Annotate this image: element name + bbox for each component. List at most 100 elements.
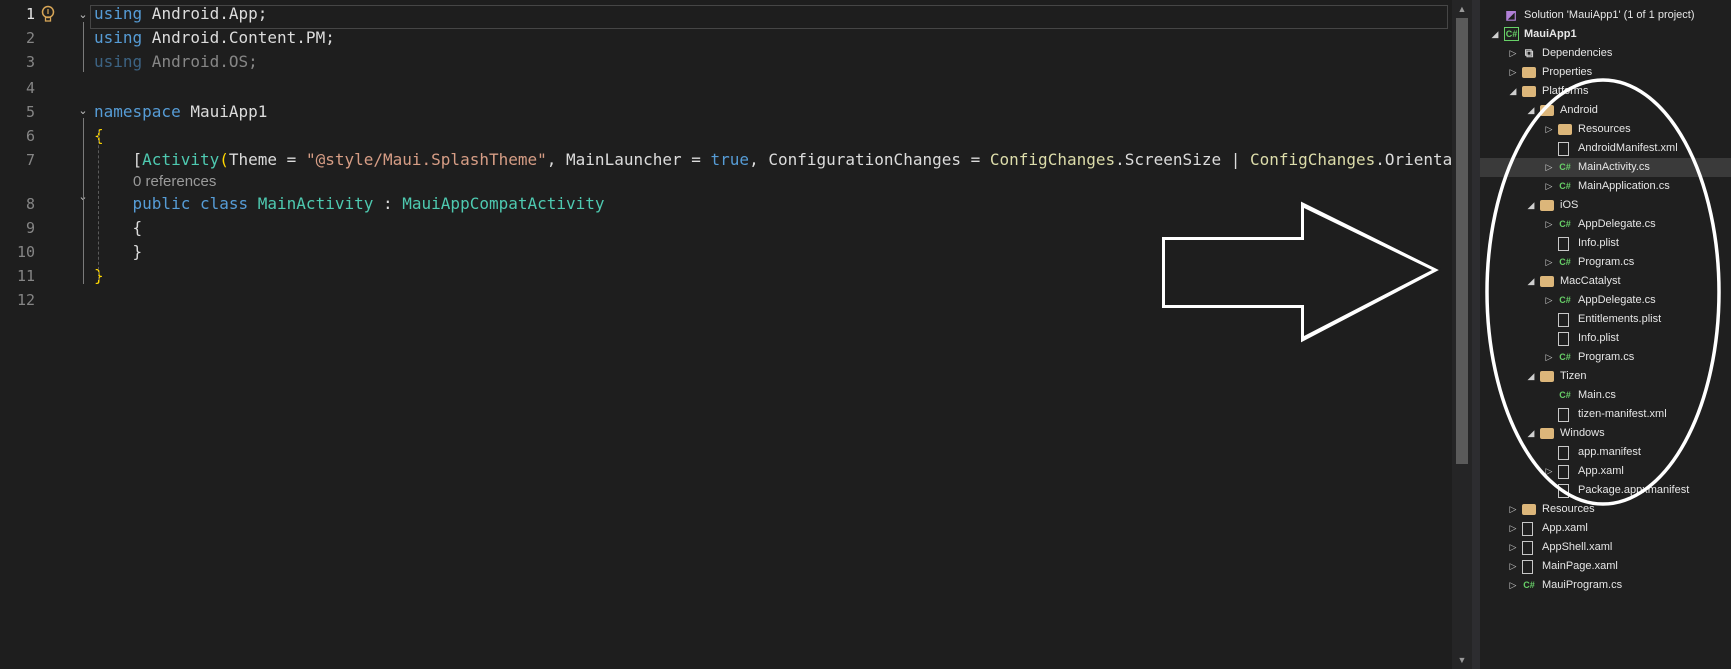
code-line[interactable]: 8 public class MainActivity : MauiAppCom… bbox=[0, 192, 1452, 216]
code-token: ConfigChanges bbox=[1249, 150, 1376, 169]
folder-icon bbox=[1558, 124, 1572, 135]
tree-item-label: App.xaml bbox=[1542, 522, 1588, 534]
panel-splitter[interactable] bbox=[1472, 0, 1480, 669]
expand-arrow-icon[interactable]: ▷ bbox=[1508, 557, 1518, 576]
tree-item[interactable]: ◢ Tizen bbox=[1480, 367, 1731, 386]
expand-arrow-icon[interactable]: ▷ bbox=[1544, 215, 1554, 234]
expand-arrow-icon[interactable]: ▷ bbox=[1508, 44, 1518, 63]
collapse-arrow-icon[interactable]: ◢ bbox=[1526, 424, 1536, 443]
lightbulb-icon[interactable] bbox=[40, 5, 56, 25]
scrollbar-thumb[interactable] bbox=[1456, 18, 1468, 464]
expand-arrow-icon[interactable]: ▷ bbox=[1508, 519, 1518, 538]
xaml-file-icon bbox=[1522, 560, 1533, 574]
tree-item-label: Tizen bbox=[1560, 370, 1587, 382]
code-text: namespace MauiApp1 bbox=[94, 100, 267, 124]
tree-item[interactable]: Info.plist bbox=[1480, 329, 1731, 348]
code-line[interactable]: 3 using Android.OS; bbox=[0, 50, 1452, 74]
folder-icon bbox=[1540, 276, 1554, 287]
code-line[interactable]: 5 namespace MauiApp1 bbox=[0, 100, 1452, 124]
expand-arrow-icon[interactable]: ▷ bbox=[1508, 500, 1518, 519]
tree-item[interactable]: ▷ C# Program.cs bbox=[1480, 348, 1731, 367]
code-line[interactable]: 9 { bbox=[0, 216, 1452, 240]
expand-arrow-icon[interactable]: ▷ bbox=[1544, 253, 1554, 272]
collapse-arrow-icon[interactable]: ◢ bbox=[1526, 101, 1536, 120]
code-editor[interactable]: 1 using Android.App; 2 using Android.Conten… bbox=[0, 0, 1452, 669]
expand-arrow-icon[interactable]: ▷ bbox=[1544, 177, 1554, 196]
tree-item[interactable]: ◢ Platforms bbox=[1480, 82, 1731, 101]
tree-item[interactable]: ▷ App.xaml bbox=[1480, 519, 1731, 538]
tree-item[interactable]: C# Main.cs bbox=[1480, 386, 1731, 405]
collapse-arrow-icon[interactable]: ◢ bbox=[1508, 82, 1518, 101]
tree-item[interactable]: ▷ C# MainActivity.cs bbox=[1480, 158, 1731, 177]
tree-item[interactable]: ▷ C# MauiProgram.cs bbox=[1480, 576, 1731, 595]
tree-item[interactable]: ▷ C# Program.cs bbox=[1480, 253, 1731, 272]
tree-item[interactable]: ▷ C# MainApplication.cs bbox=[1480, 177, 1731, 196]
csharp-file-icon: C# bbox=[1559, 181, 1571, 191]
tree-item[interactable]: AndroidManifest.xml bbox=[1480, 139, 1731, 158]
manifest-file-icon bbox=[1558, 446, 1569, 460]
tree-item[interactable]: ◢ C# MauiApp1 bbox=[1480, 25, 1731, 44]
line-number: 7 bbox=[25, 151, 35, 169]
code-line[interactable]: 12 bbox=[0, 288, 1452, 312]
tree-item[interactable]: ◩ Solution 'MauiApp1' (1 of 1 project) bbox=[1480, 6, 1731, 25]
csharp-file-icon: C# bbox=[1559, 219, 1571, 229]
solution-explorer[interactable]: ◩ Solution 'MauiApp1' (1 of 1 project) ◢ C#… bbox=[1480, 0, 1731, 669]
line-number: 11 bbox=[16, 267, 35, 285]
code-line[interactable]: 7 [Activity(Theme = "@style/Maui.SplashT… bbox=[0, 148, 1452, 172]
xaml-file-icon bbox=[1558, 465, 1569, 479]
tree-item[interactable]: tizen-manifest.xml bbox=[1480, 405, 1731, 424]
tree-item[interactable]: ▷ ⧉ Dependencies bbox=[1480, 44, 1731, 63]
editor-vertical-scrollbar[interactable]: ▲ ▼ bbox=[1452, 0, 1472, 669]
tree-item[interactable]: ▷ AppShell.xaml bbox=[1480, 538, 1731, 557]
expand-arrow-icon[interactable]: ▷ bbox=[1508, 538, 1518, 557]
tree-item[interactable]: ▷ Resources bbox=[1480, 120, 1731, 139]
tree-item[interactable]: ◢ iOS bbox=[1480, 196, 1731, 215]
code-token: Theme = bbox=[228, 150, 306, 169]
code-line[interactable]: 11} bbox=[0, 264, 1452, 288]
code-line[interactable]: 2 using Android.Content.PM; bbox=[0, 26, 1452, 50]
expand-arrow-icon[interactable]: ▷ bbox=[1544, 348, 1554, 367]
tree-item[interactable]: ▷ C# AppDelegate.cs bbox=[1480, 215, 1731, 234]
collapse-namespace-icon[interactable]: ⌄ bbox=[76, 104, 90, 118]
code-line[interactable]: 6{ bbox=[0, 124, 1452, 148]
code-line[interactable]: 10 } bbox=[0, 240, 1452, 264]
collapse-arrow-icon[interactable]: ◢ bbox=[1526, 367, 1536, 386]
tree-item[interactable]: ▷ MainPage.xaml bbox=[1480, 557, 1731, 576]
tree-item[interactable]: ▷ C# AppDelegate.cs bbox=[1480, 291, 1731, 310]
tree-item[interactable]: ◢ Windows bbox=[1480, 424, 1731, 443]
expand-arrow-icon[interactable]: ▷ bbox=[1544, 120, 1554, 139]
tree-item[interactable]: app.manifest bbox=[1480, 443, 1731, 462]
tree-item-label: MacCatalyst bbox=[1560, 275, 1621, 287]
scroll-up-icon[interactable]: ▲ bbox=[1456, 4, 1468, 14]
scroll-down-icon[interactable]: ▼ bbox=[1456, 655, 1468, 665]
tree-item[interactable]: ▷ Properties bbox=[1480, 63, 1731, 82]
tree-item[interactable]: Package.appxmanifest bbox=[1480, 481, 1731, 500]
tree-item[interactable]: ▷ Resources bbox=[1480, 500, 1731, 519]
tree-item-label: MainApplication.cs bbox=[1578, 180, 1670, 192]
tree-item[interactable]: ◢ MacCatalyst bbox=[1480, 272, 1731, 291]
expand-arrow-icon[interactable]: ▷ bbox=[1544, 158, 1554, 177]
code-line[interactable]: 4 bbox=[0, 76, 1452, 100]
tree-item[interactable]: Entitlements.plist bbox=[1480, 310, 1731, 329]
tree-item-label: Program.cs bbox=[1578, 351, 1635, 363]
expand-arrow-icon[interactable]: ▷ bbox=[1544, 462, 1554, 481]
tree-item[interactable]: Info.plist bbox=[1480, 234, 1731, 253]
code-token: Activity bbox=[142, 150, 220, 169]
expand-arrow-icon[interactable]: ▷ bbox=[1508, 63, 1518, 82]
tree-item[interactable]: ▷ App.xaml bbox=[1480, 462, 1731, 481]
dependencies-icon: ⧉ bbox=[1524, 46, 1534, 60]
codelens-references[interactable]: 0 references bbox=[133, 172, 216, 192]
collapse-arrow-icon[interactable]: ◢ bbox=[1526, 272, 1536, 291]
folder-icon bbox=[1522, 67, 1536, 78]
tree-item[interactable]: ◢ Android bbox=[1480, 101, 1731, 120]
collapse-usings-icon[interactable]: ⌄ bbox=[76, 8, 90, 22]
code-line[interactable]: 1 using Android.App; bbox=[0, 2, 1452, 26]
expand-arrow-icon[interactable]: ▷ bbox=[1508, 576, 1518, 595]
expand-arrow-icon[interactable]: ▷ bbox=[1544, 291, 1554, 310]
collapse-arrow-icon[interactable]: ◢ bbox=[1526, 196, 1536, 215]
file-icon bbox=[1558, 237, 1569, 251]
collapse-arrow-icon[interactable]: ◢ bbox=[1490, 25, 1500, 44]
tree-item-label: MauiApp1 bbox=[1524, 28, 1577, 40]
